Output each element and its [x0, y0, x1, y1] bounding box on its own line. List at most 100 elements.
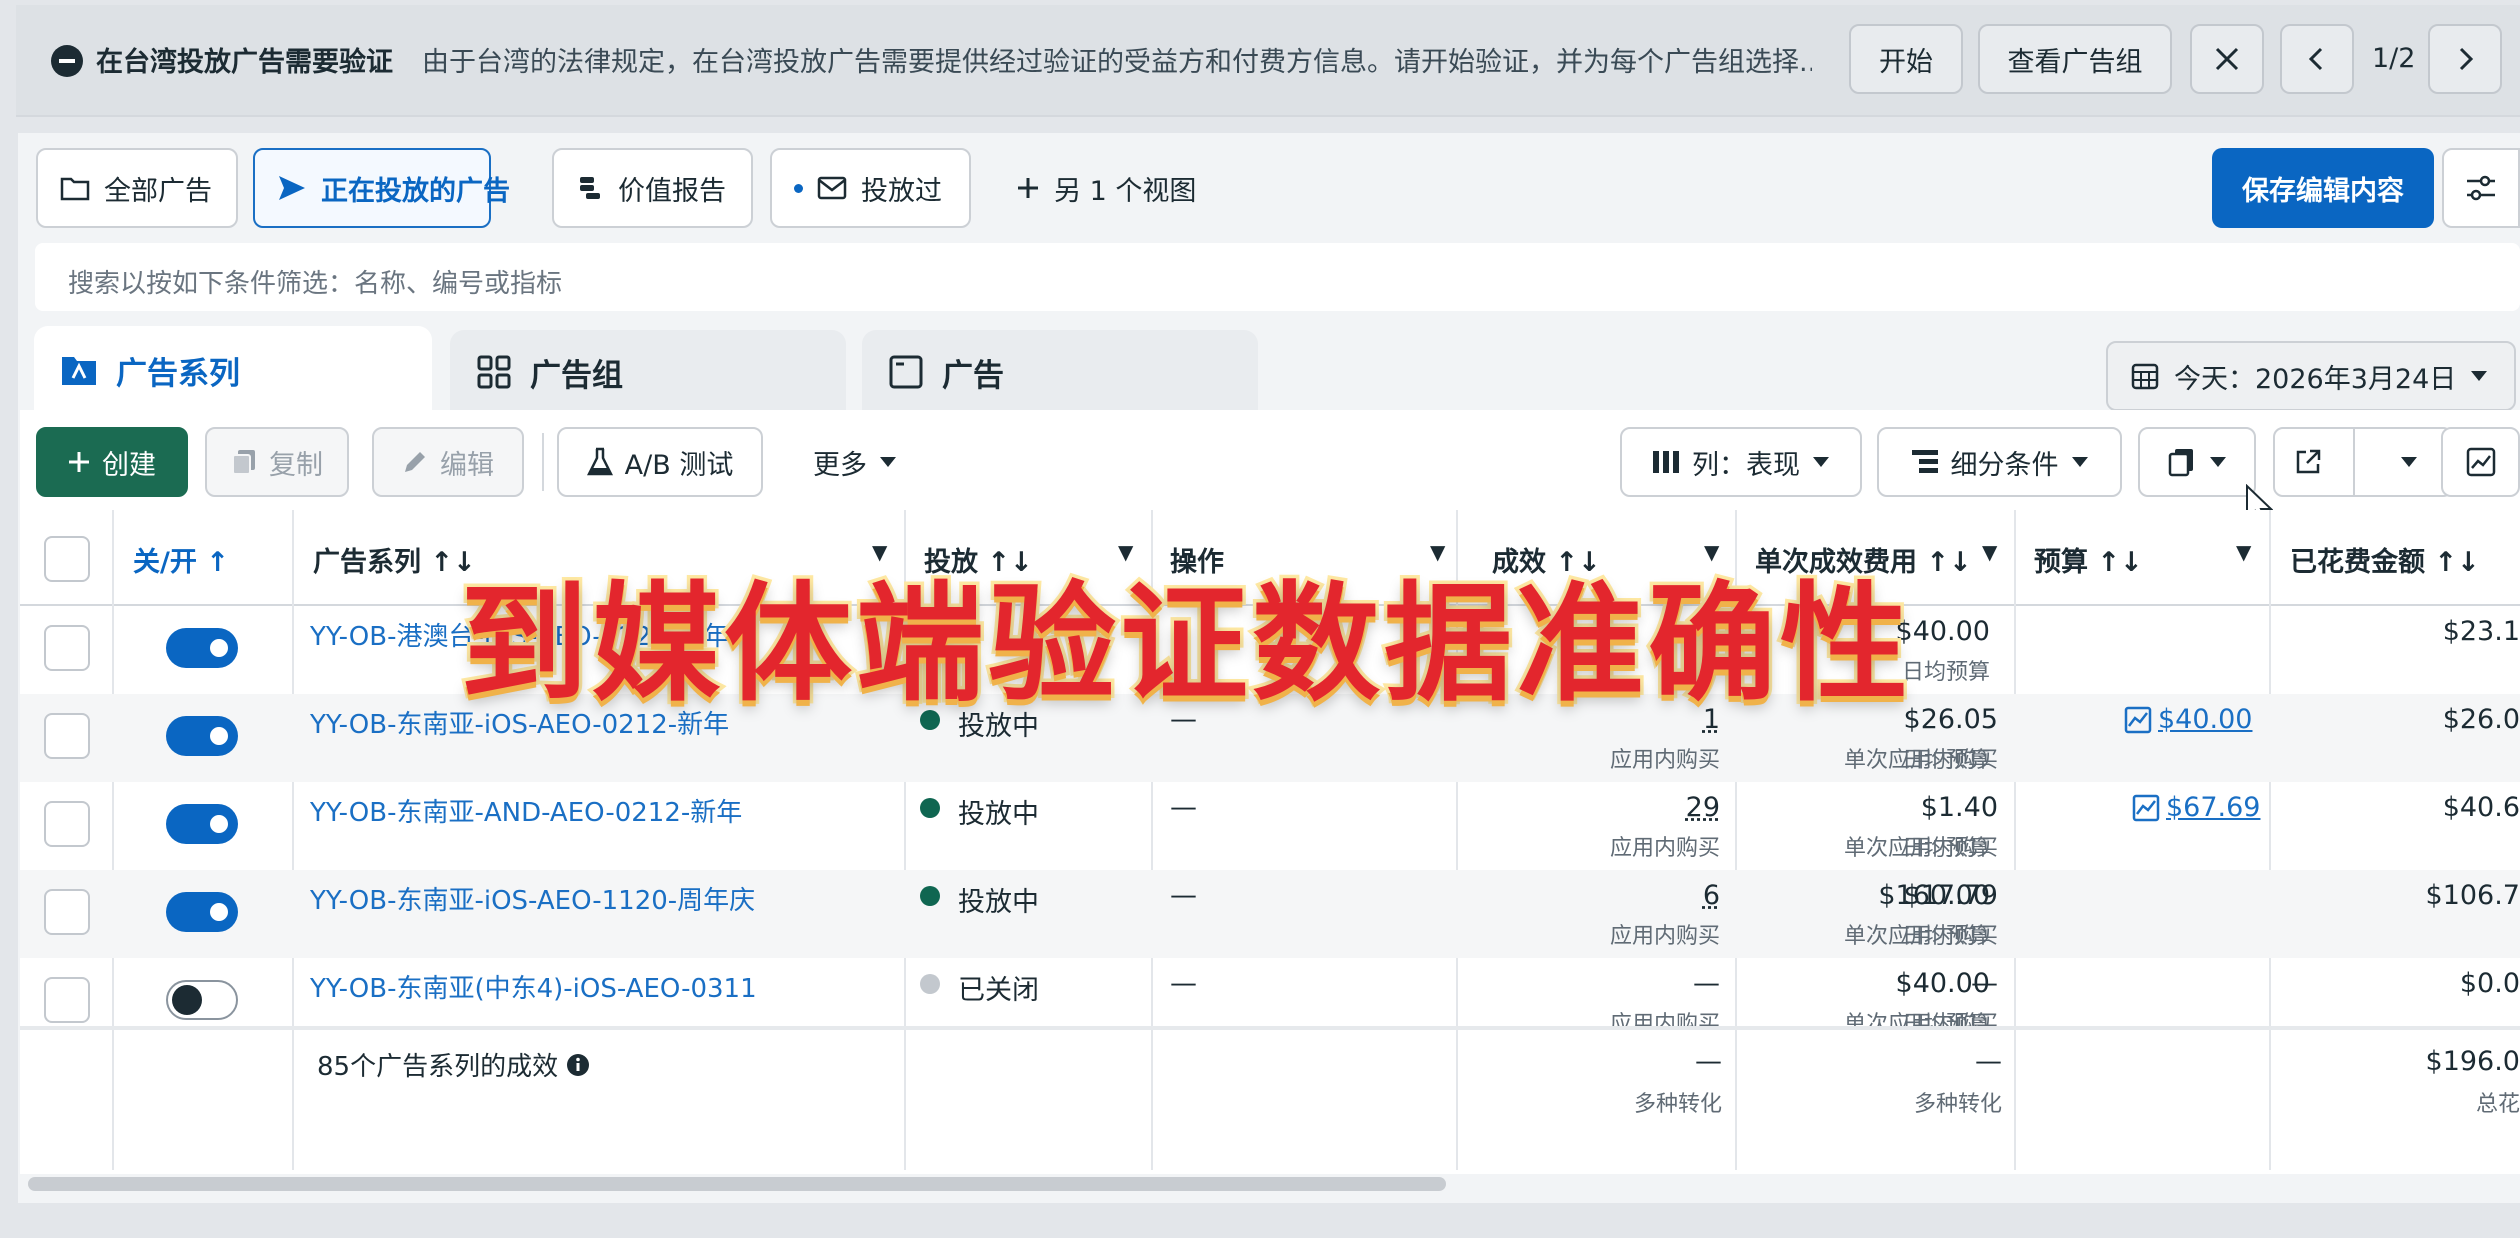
summary-label: 85个广告系列的成效 — [317, 1046, 590, 1083]
duplicate-button[interactable]: 复制 — [205, 427, 349, 497]
budget-edit-link[interactable]: $40.00 — [2124, 704, 2252, 735]
banner-message: 由于台湾的法律规定，在台湾投放广告需要提供经过验证的受益方和付费方信息。请开始验… — [422, 47, 1812, 78]
info-icon[interactable] — [566, 1053, 590, 1077]
columns-label: 列：表现 — [1692, 449, 1800, 481]
view-all-ads[interactable]: 全部广告 — [36, 148, 238, 228]
sort-icon: ↑↓ — [1926, 547, 1972, 578]
header-budget-caret-icon[interactable]: ▼ — [2236, 540, 2251, 564]
summary-spent-type: 总花 — [2475, 1092, 2520, 1117]
view-value-report[interactable]: 价值报告 — [552, 148, 753, 228]
results-value[interactable]: 29 — [1460, 792, 1720, 823]
budget-type: 日均预算 — [1901, 748, 1990, 773]
sort-icon: ↑↓ — [2434, 547, 2480, 578]
search-placeholder: 搜索以按如下条件筛选：名称、编号或指标 — [68, 269, 563, 299]
header-amount-spent[interactable]: 已花费金额 ↑↓ — [2290, 540, 2480, 579]
summary-spent: $196.0 — [2425, 1046, 2520, 1077]
ab-test-button[interactable]: A/B 测试 — [557, 427, 763, 497]
next-button[interactable] — [2428, 24, 2502, 94]
row-checkbox[interactable] — [44, 625, 90, 671]
charts-button[interactable] — [2441, 427, 2520, 497]
columns-icon — [1652, 450, 1680, 474]
plus-icon — [68, 451, 90, 473]
create-label: 创建 — [102, 449, 156, 481]
close-banner-button[interactable] — [2190, 24, 2264, 94]
summary-results-type: 多种转化 — [1633, 1092, 1722, 1117]
pencil-icon — [402, 449, 428, 475]
close-icon — [2214, 46, 2240, 72]
header-toggle[interactable]: 关/开 ↑ — [133, 540, 229, 579]
campaign-toggle-on[interactable] — [166, 804, 238, 844]
ad-window-icon — [888, 354, 924, 390]
add-view-label: 另 1 个视图 — [1054, 175, 1197, 207]
columns-dropdown[interactable]: 列：表现 — [1620, 427, 1862, 497]
tab-adsets[interactable]: 广告组 — [450, 330, 846, 414]
summary-results: — — [1695, 1046, 1722, 1077]
caret-down-icon — [879, 456, 897, 468]
caret-down-icon — [2209, 456, 2227, 468]
campaign-toggle-on[interactable] — [166, 628, 238, 668]
results-type: 应用内购买 — [1609, 748, 1720, 773]
reports-dropdown[interactable] — [2138, 427, 2256, 497]
tab-adsets-label: 广告组 — [530, 357, 623, 394]
row-checkbox[interactable] — [44, 713, 90, 759]
view-adset-button[interactable]: 查看广告组 — [1978, 24, 2172, 94]
settings-button[interactable] — [2442, 148, 2520, 228]
budget-type: 日均预算 — [1901, 924, 1990, 949]
actions-value: — — [1170, 792, 1197, 823]
plus-icon — [1016, 176, 1040, 200]
header-budget[interactable]: 预算 ↑↓ — [2034, 540, 2143, 579]
send-icon — [277, 174, 307, 202]
row-checkbox[interactable] — [44, 801, 90, 847]
caret-down-icon — [2367, 456, 2451, 468]
amount-spent: $106.7 — [2425, 880, 2520, 911]
results-type: 应用内购买 — [1609, 1012, 1720, 1028]
tab-ads[interactable]: 广告 — [862, 330, 1258, 414]
export-split-button[interactable] — [2273, 427, 2453, 497]
campaign-name[interactable]: YY-OB-东南亚-iOS-AEO-1120-周年庆 — [310, 880, 755, 917]
ab-test-label: A/B 测试 — [624, 449, 734, 481]
export-icon — [2275, 448, 2341, 476]
chart-icon — [2466, 447, 2496, 477]
save-edits-button[interactable]: 保存编辑内容 — [2212, 148, 2434, 228]
trend-chart-icon — [2124, 706, 2152, 734]
row-checkbox[interactable] — [44, 977, 90, 1023]
header-cpr-caret-icon[interactable]: ▼ — [1982, 540, 1997, 564]
budget-edit-link[interactable]: $67.69 — [2132, 792, 2260, 823]
add-view-button[interactable]: 另 1 个视图 — [992, 148, 1202, 228]
more-menu-button[interactable]: 更多 — [790, 427, 920, 497]
campaign-name[interactable]: YY-OB-东南亚(中东4)-iOS-AEO-0311 — [310, 968, 757, 1005]
campaign-name[interactable]: YY-OB-东南亚-AND-AEO-0212-新年 — [310, 792, 742, 829]
breakdown-dropdown[interactable]: 细分条件 — [1877, 427, 2122, 497]
view-active-ads-label: 正在投放的广告 — [321, 175, 510, 207]
start-verification-button[interactable]: 开始 — [1849, 24, 1963, 94]
caret-down-icon — [2470, 370, 2488, 382]
view-delivered[interactable]: 投放过 — [770, 148, 971, 228]
unread-dot — [794, 183, 803, 193]
breakdown-label: 细分条件 — [1950, 449, 2059, 481]
flask-icon — [586, 447, 613, 477]
budget-value: $40.00 — [1895, 968, 1990, 999]
date-picker[interactable]: 今天：2026年3月24日 — [2106, 341, 2516, 411]
campaign-toggle-on[interactable] — [166, 892, 238, 932]
delivery-status: 已关闭 — [958, 975, 1039, 1006]
row-checkbox[interactable] — [44, 889, 90, 935]
create-button[interactable]: 创建 — [36, 427, 188, 497]
edit-button[interactable]: 编辑 — [372, 427, 524, 497]
results-value[interactable]: 6 — [1460, 880, 1720, 911]
campaign-toggle-off[interactable] — [166, 980, 238, 1020]
campaign-toggle-on[interactable] — [166, 716, 238, 756]
header-campaign[interactable]: 广告系列 ↑↓ — [313, 540, 476, 579]
horizontal-scrollbar[interactable] — [28, 1177, 1446, 1191]
results-value: — — [1693, 968, 1720, 999]
select-all-checkbox[interactable] — [44, 536, 90, 582]
previous-button[interactable] — [2280, 24, 2354, 94]
header-spent-label: 已花费金额 — [2290, 547, 2425, 578]
banner-title: 在台湾投放广告需要验证 — [96, 47, 393, 78]
split-divider — [2353, 429, 2356, 495]
minus-circle-icon — [50, 44, 84, 78]
view-active-ads[interactable]: 正在投放的广告 — [253, 148, 510, 228]
sliders-icon — [2465, 174, 2497, 202]
tab-ads-label: 广告 — [942, 357, 1004, 394]
tab-campaigns[interactable]: 广告系列 — [34, 326, 432, 414]
folder-icon — [60, 175, 90, 201]
